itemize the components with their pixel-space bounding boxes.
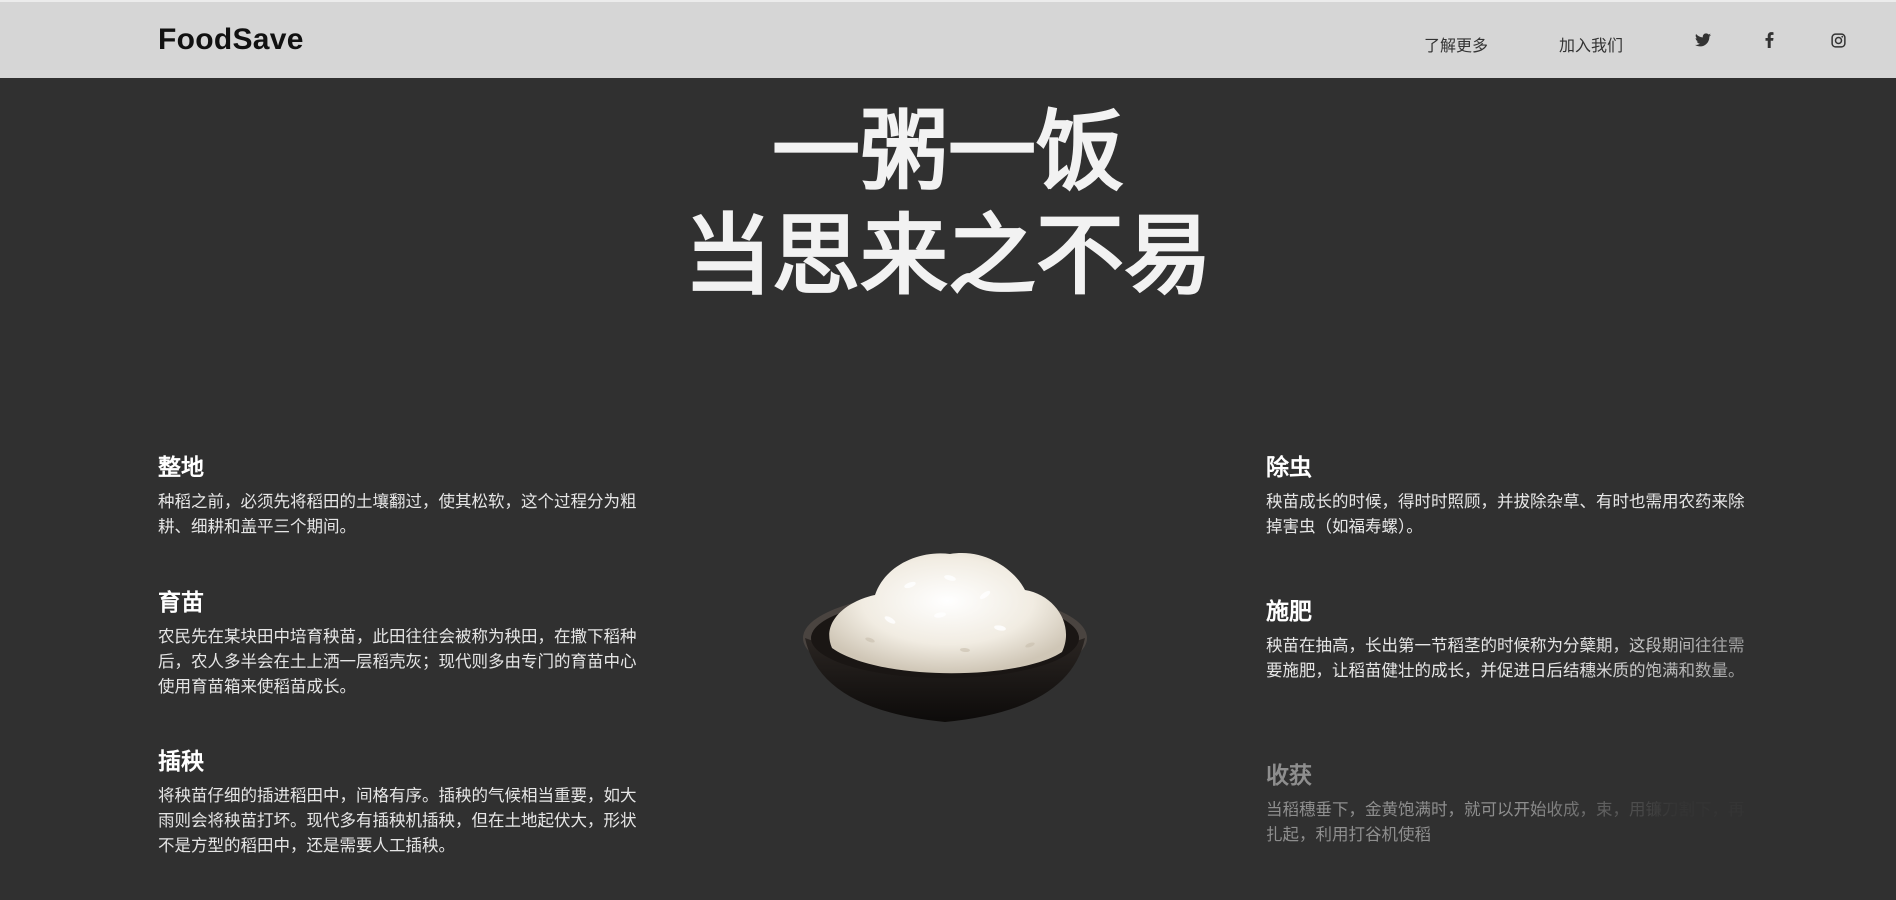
step-title: 插秧	[158, 749, 204, 775]
step-title: 育苗	[158, 590, 204, 616]
rice-bowl-image	[800, 540, 1090, 730]
step-description: 农民先在某块田中培育秧苗，此田往往会被称为秧田，在撒下稻种后，农人多半会在土上洒…	[158, 627, 637, 697]
step-description: 秧苗在抽高，长出第一节稻茎的时候称为分蘖期，这段期间往往需要施肥，让稻苗健壮的成…	[1266, 636, 1745, 681]
facebook-icon[interactable]	[1760, 31, 1778, 49]
step-description: 当稻穗垂下，金黄饱满时，就可以开始收成，束，用镰刀割下，再扎起，利用打谷机使稻	[1266, 800, 1745, 845]
twitter-icon[interactable]	[1694, 31, 1712, 49]
step-title: 整地	[158, 455, 204, 481]
instagram-icon[interactable]	[1829, 31, 1847, 49]
step-fertilizing: 施肥 秧苗在抽高，长出第一节稻茎的时候称为分蘖期，这段期间往往需要施肥，让稻苗健…	[1266, 599, 1746, 683]
hero-title-line1: 一粥一饭	[771, 100, 1124, 203]
nav-link-learn-more[interactable]: 了解更多	[1424, 32, 1488, 56]
step-title: 收获	[1266, 763, 1312, 789]
step-description: 秧苗成长的时候，得时时照顾，并拔除杂草、有时也需用农药来除掉害虫（如福寿螺）。	[1266, 492, 1745, 537]
nav-link-join-us[interactable]: 加入我们	[1559, 32, 1623, 56]
step-title: 除虫	[1266, 455, 1312, 481]
step-harvest: 收获 当稻穗垂下，金黄饱满时，就可以开始收成，束，用镰刀割下，再扎起，利用打谷机…	[1266, 763, 1746, 847]
logo[interactable]: FoodSave	[158, 23, 304, 57]
step-title: 施肥	[1266, 599, 1312, 625]
step-pest-control: 除虫 秧苗成长的时候，得时时照顾，并拔除杂草、有时也需用农药来除掉害虫（如福寿螺…	[1266, 455, 1746, 539]
step-description: 种稻之前，必须先将稻田的土壤翻过，使其松软，这个过程分为粗耕、细耕和盖平三个期间…	[158, 492, 637, 537]
hero-title-line2: 当思来之不易	[683, 204, 1212, 307]
step-seedling: 育苗 农民先在某块田中培育秧苗，此田往往会被称为秧田，在撒下稻种后，农人多半会在…	[158, 590, 638, 699]
step-land-preparation: 整地 种稻之前，必须先将稻田的土壤翻过，使其松软，这个过程分为粗耕、细耕和盖平三…	[158, 455, 638, 539]
navbar: FoodSave 了解更多 加入我们	[0, 0, 1896, 78]
step-description: 将秧苗仔细的插进稻田中，间格有序。插秧的气候相当重要，如大雨则会将秧苗打坏。现代…	[158, 786, 637, 856]
step-transplanting: 插秧 将秧苗仔细的插进稻田中，间格有序。插秧的气候相当重要，如大雨则会将秧苗打坏…	[158, 749, 638, 858]
